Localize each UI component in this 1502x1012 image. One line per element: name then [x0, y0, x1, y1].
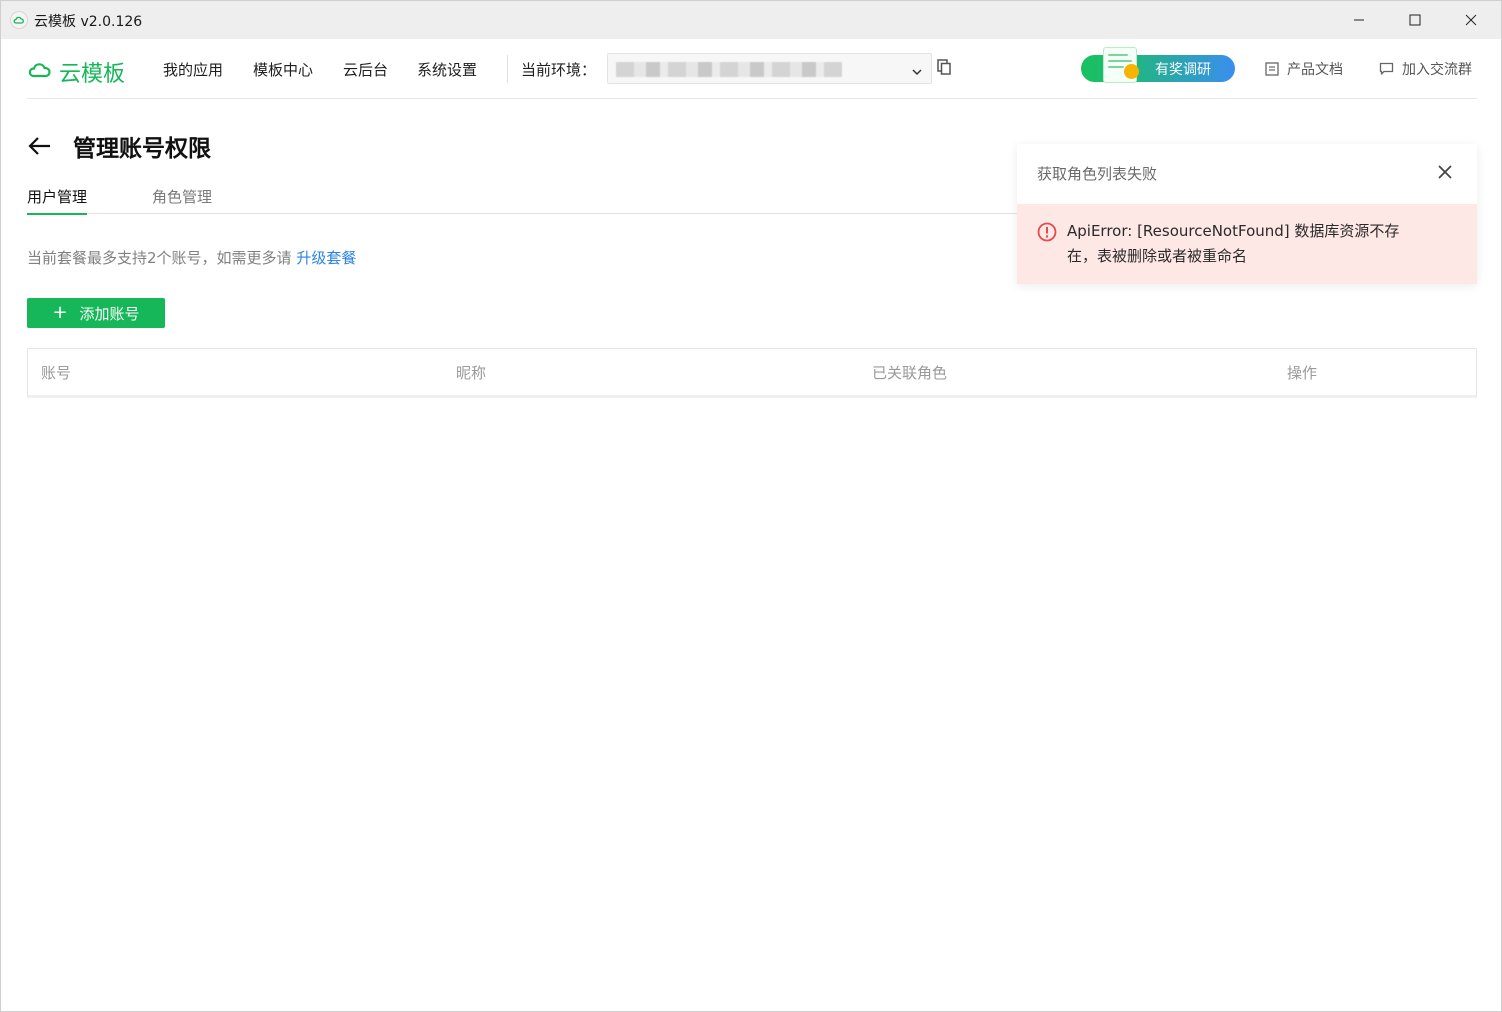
survey-badge-icon: [1124, 64, 1139, 79]
error-notification: 获取角色列表失败 ApiError: [ResourceNotFound] 数据…: [1017, 144, 1477, 284]
add-account-button[interactable]: + 添加账号: [27, 298, 165, 328]
app-window: 云模板 v2.0.126 云模板 我的应用 模板中心 云后台 系统设置 当前环境…: [0, 0, 1502, 1012]
column-header-actions: 操作: [1287, 364, 1318, 382]
notification-body: ApiError: [ResourceNotFound] 数据库资源不存在，表被…: [1017, 204, 1477, 284]
env-value-redacted: [616, 62, 842, 77]
page-header: 管理账号权限: [27, 129, 211, 163]
close-window-button[interactable]: [1443, 1, 1499, 39]
column-header-nickname: 昵称: [456, 364, 487, 382]
arrow-left-icon[interactable]: [27, 133, 53, 159]
error-message: ApiError: [ResourceNotFound] 数据库资源不存在，表被…: [1067, 222, 1400, 265]
document-icon: [1265, 62, 1279, 76]
brand-logo[interactable]: 云模板: [27, 56, 125, 88]
brand-name: 云模板: [59, 62, 126, 87]
survey-label: 有奖调研: [1155, 62, 1211, 78]
env-label: 当前环境：: [521, 61, 597, 79]
env-select[interactable]: [607, 53, 932, 84]
chat-bubble-icon: [1379, 62, 1394, 75]
chevron-down-icon: [911, 63, 923, 82]
copy-icon[interactable]: [937, 59, 951, 79]
tab-role-management[interactable]: 角色管理: [152, 186, 212, 214]
nav-cloud-backend[interactable]: 云后台: [343, 59, 388, 80]
close-icon[interactable]: [1437, 164, 1453, 184]
error-circle-icon: [1037, 222, 1057, 246]
tab-bar: 用户管理 角色管理: [27, 183, 1017, 215]
minimize-button[interactable]: [1331, 1, 1387, 39]
accounts-table: 账号 昵称 已关联角色 操作: [27, 348, 1477, 398]
title-bar: 云模板 v2.0.126: [1, 1, 1501, 39]
cloud-icon: [27, 60, 53, 84]
app-icon: [10, 11, 28, 29]
notification-header: 获取角色列表失败: [1017, 144, 1477, 204]
column-header-roles: 已关联角色: [872, 364, 948, 382]
maximize-button[interactable]: [1387, 1, 1443, 39]
nav-divider: [507, 55, 508, 83]
nav-system-settings[interactable]: 系统设置: [417, 59, 477, 80]
join-group-link[interactable]: 加入交流群: [1379, 59, 1472, 79]
join-group-label: 加入交流群: [1402, 62, 1472, 78]
quota-text: 当前套餐最多支持2个账号，如需更多请: [27, 249, 297, 267]
window-title: 云模板 v2.0.126: [34, 14, 143, 30]
plus-icon: +: [52, 302, 68, 323]
survey-document-icon: [1103, 47, 1139, 83]
top-nav: 云模板 我的应用 模板中心 云后台 系统设置 当前环境： 有奖调研 产品文档 加…: [27, 39, 1477, 99]
survey-button[interactable]: 有奖调研: [1081, 47, 1235, 83]
add-account-label: 添加账号: [79, 304, 140, 323]
quota-notice: 当前套餐最多支持2个账号，如需更多请 升级套餐: [27, 247, 356, 268]
nav-my-apps[interactable]: 我的应用: [163, 59, 223, 80]
column-header-account: 账号: [41, 364, 72, 382]
upgrade-plan-link[interactable]: 升级套餐: [296, 249, 356, 267]
page-title: 管理账号权限: [73, 136, 211, 162]
notification-title: 获取角色列表失败: [1037, 165, 1158, 183]
docs-label: 产品文档: [1287, 62, 1343, 78]
docs-link[interactable]: 产品文档: [1265, 59, 1343, 79]
tab-user-management[interactable]: 用户管理: [27, 186, 88, 215]
nav-template-center[interactable]: 模板中心: [253, 59, 313, 80]
